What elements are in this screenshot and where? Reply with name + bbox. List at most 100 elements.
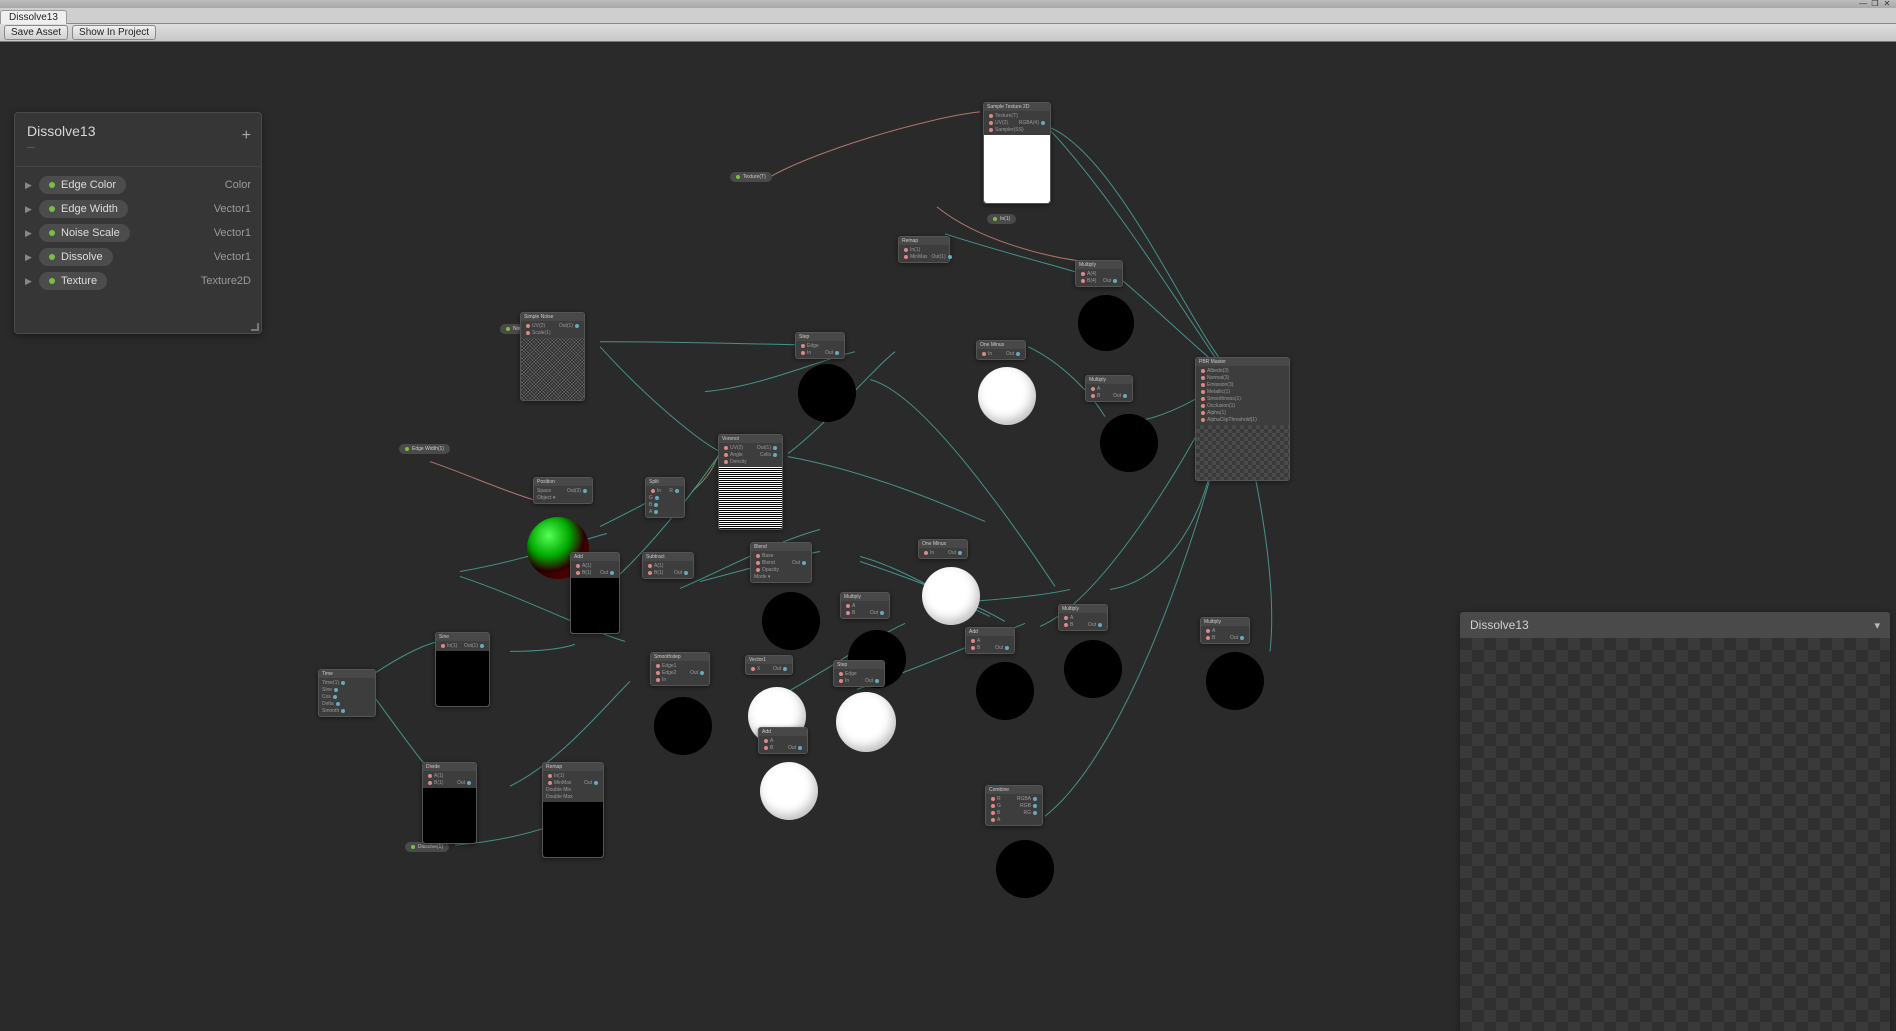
prop-pill[interactable]: Edge Width xyxy=(39,200,128,218)
property-chip-remap-input[interactable]: In(1) xyxy=(987,214,1016,224)
node-title: Multiply xyxy=(1076,261,1122,269)
window-titlebar: — ❐ ✕ xyxy=(0,0,1896,8)
node-title: Combine xyxy=(986,786,1042,794)
node-step[interactable]: Step Edge InOut xyxy=(795,332,845,359)
node-title: Smoothstep xyxy=(651,653,709,661)
minimize-icon[interactable]: — xyxy=(1858,0,1868,8)
graph-canvas[interactable]: Dissolve13 — + ▶ Edge Color Color ▶ Edge… xyxy=(0,42,1896,1031)
node-title: Add xyxy=(759,728,807,736)
node-sample-texture-2d[interactable]: Sample Texture 2D Texture(T) UV(2)RGBA(4… xyxy=(983,102,1051,204)
restore-icon[interactable]: ❐ xyxy=(1870,0,1880,8)
node-title: Add xyxy=(966,628,1014,636)
chip-label: Edge Width(1) xyxy=(412,446,444,452)
node-simple-noise[interactable]: Simple Noise UV(2)Out(1) Scale(1) xyxy=(520,312,585,401)
node-preview xyxy=(436,651,489,706)
node-title: Blend xyxy=(751,543,811,551)
node-title: One Minus xyxy=(977,341,1025,349)
node-preview-sphere xyxy=(798,364,856,422)
prop-row-edge-color[interactable]: ▶ Edge Color Color xyxy=(25,173,251,197)
prop-row-edge-width[interactable]: ▶ Edge Width Vector1 xyxy=(25,197,251,221)
node-preview xyxy=(543,802,603,857)
blackboard-properties: ▶ Edge Color Color ▶ Edge Width Vector1 … xyxy=(15,167,261,333)
prop-name: Dissolve xyxy=(61,251,103,263)
node-preview-sphere xyxy=(1064,640,1122,698)
property-chip-texture[interactable]: Texture(T) xyxy=(730,172,772,182)
node-pbr-master[interactable]: PBR Master Albedo(3) Normal(3) Emission(… xyxy=(1195,357,1290,481)
resize-handle-icon[interactable] xyxy=(251,323,259,331)
prop-row-noise-scale[interactable]: ▶ Noise Scale Vector1 xyxy=(25,221,251,245)
prop-row-texture[interactable]: ▶ Texture Texture2D xyxy=(25,269,251,293)
show-in-project-button[interactable]: Show In Project xyxy=(72,25,156,40)
node-time[interactable]: Time Time(1) Sine Cos Delta Smooth xyxy=(318,669,376,717)
node-multiply-b[interactable]: Multiply A BOut xyxy=(1085,375,1133,402)
close-icon[interactable]: ✕ xyxy=(1882,0,1892,8)
property-chip-edge-width[interactable]: Edge Width(1) xyxy=(399,444,450,454)
blackboard-add-button[interactable]: + xyxy=(242,127,251,145)
node-position[interactable]: Position SpaceOut(3) Object ▾ xyxy=(533,477,593,504)
save-asset-button[interactable]: Save Asset xyxy=(4,25,68,40)
node-preview xyxy=(1196,425,1289,480)
node-smoothstep[interactable]: Smoothstep Edge1 Edge2Out In xyxy=(650,652,710,686)
editor-tab-strip: Dissolve13 xyxy=(0,8,1896,24)
node-step-2[interactable]: Step Edge InOut xyxy=(833,660,885,687)
chevron-right-icon[interactable]: ▶ xyxy=(25,276,33,287)
node-preview-sphere xyxy=(996,840,1054,898)
node-add-b[interactable]: Add A BOut xyxy=(965,627,1015,654)
node-sine[interactable]: Sine In(1)Out(1) xyxy=(435,632,490,707)
node-title: Voronoi xyxy=(719,435,782,443)
chip-label: In(1) xyxy=(1000,216,1010,222)
node-remap[interactable]: Remap In(1) MinMaxOut(1) xyxy=(898,236,950,263)
node-preview xyxy=(423,788,476,843)
node-remap-2[interactable]: Remap In(1) MinMaxOut Double Min Double … xyxy=(542,762,604,858)
node-title: Vector1 xyxy=(746,656,792,664)
chevron-right-icon[interactable]: ▶ xyxy=(25,252,33,263)
prop-pill[interactable]: Edge Color xyxy=(39,176,126,194)
chevron-right-icon[interactable]: ▶ xyxy=(25,228,33,239)
node-preview-sphere xyxy=(762,592,820,650)
prop-pill[interactable]: Texture xyxy=(39,272,107,290)
node-title: Multiply xyxy=(1059,605,1107,613)
prop-name: Edge Color xyxy=(61,179,116,191)
chip-label: Dissolve(1) xyxy=(418,844,443,850)
node-preview-sphere xyxy=(978,367,1036,425)
chevron-down-icon[interactable]: ▾ xyxy=(1874,619,1880,632)
preview-header[interactable]: Dissolve13 ▾ xyxy=(1460,612,1890,638)
node-vector1[interactable]: Vector1 XOut xyxy=(745,655,793,675)
node-title: Time xyxy=(319,670,375,678)
node-preview-sphere xyxy=(836,692,896,752)
node-subtract[interactable]: Subtract A(1) B(1)Out xyxy=(642,552,694,579)
node-title: Position xyxy=(534,478,592,486)
prop-pill[interactable]: Dissolve xyxy=(39,248,113,266)
node-multiply-a[interactable]: Multiply A(4) B(4)Out xyxy=(1075,260,1123,287)
node-multiply-d[interactable]: Multiply A BOut xyxy=(1058,604,1108,631)
node-preview-sphere xyxy=(1100,414,1158,472)
chevron-right-icon[interactable]: ▶ xyxy=(25,204,33,215)
node-misc-1[interactable]: Add A BOut xyxy=(758,727,808,754)
node-oneminus-2[interactable]: One Minus InOut xyxy=(918,539,968,559)
node-combine[interactable]: Combine RRGBA GRGB BRG A xyxy=(985,785,1043,826)
main-preview-panel[interactable]: Dissolve13 ▾ xyxy=(1460,612,1890,1031)
node-blend[interactable]: Blend Base BlendOut Opacity Mode ▾ xyxy=(750,542,812,583)
chevron-right-icon[interactable]: ▶ xyxy=(25,180,33,191)
node-title: Split xyxy=(646,478,684,486)
blackboard-subtitle: — xyxy=(27,143,249,152)
node-one-minus[interactable]: One Minus InOut xyxy=(976,340,1026,360)
node-voronoi[interactable]: Voronoi UV(2)Out(1) AngleCells Density xyxy=(718,434,783,530)
node-preview-sphere xyxy=(654,697,712,755)
node-preview-sphere xyxy=(976,662,1034,720)
node-title: Multiply xyxy=(1086,376,1132,384)
prop-row-dissolve[interactable]: ▶ Dissolve Vector1 xyxy=(25,245,251,269)
node-split[interactable]: Split InR G B A xyxy=(645,477,685,518)
node-multiply-e[interactable]: Multiply A BOut xyxy=(1200,617,1250,644)
node-title: Divide xyxy=(423,763,476,771)
prop-pill[interactable]: Noise Scale xyxy=(39,224,130,242)
node-title: Subtract xyxy=(643,553,693,561)
node-divide[interactable]: Divide A(1) B(1)Out xyxy=(422,762,477,844)
node-title: Multiply xyxy=(1201,618,1249,626)
preview-viewport[interactable] xyxy=(1460,638,1890,1031)
blackboard-panel[interactable]: Dissolve13 — + ▶ Edge Color Color ▶ Edge… xyxy=(14,112,262,334)
node-title: Add xyxy=(571,553,619,561)
node-multiply-c[interactable]: Multiply A BOut xyxy=(840,592,890,619)
tab-shadergraph[interactable]: Dissolve13 xyxy=(0,10,67,24)
node-add[interactable]: Add A(1) B(1)Out xyxy=(570,552,620,634)
